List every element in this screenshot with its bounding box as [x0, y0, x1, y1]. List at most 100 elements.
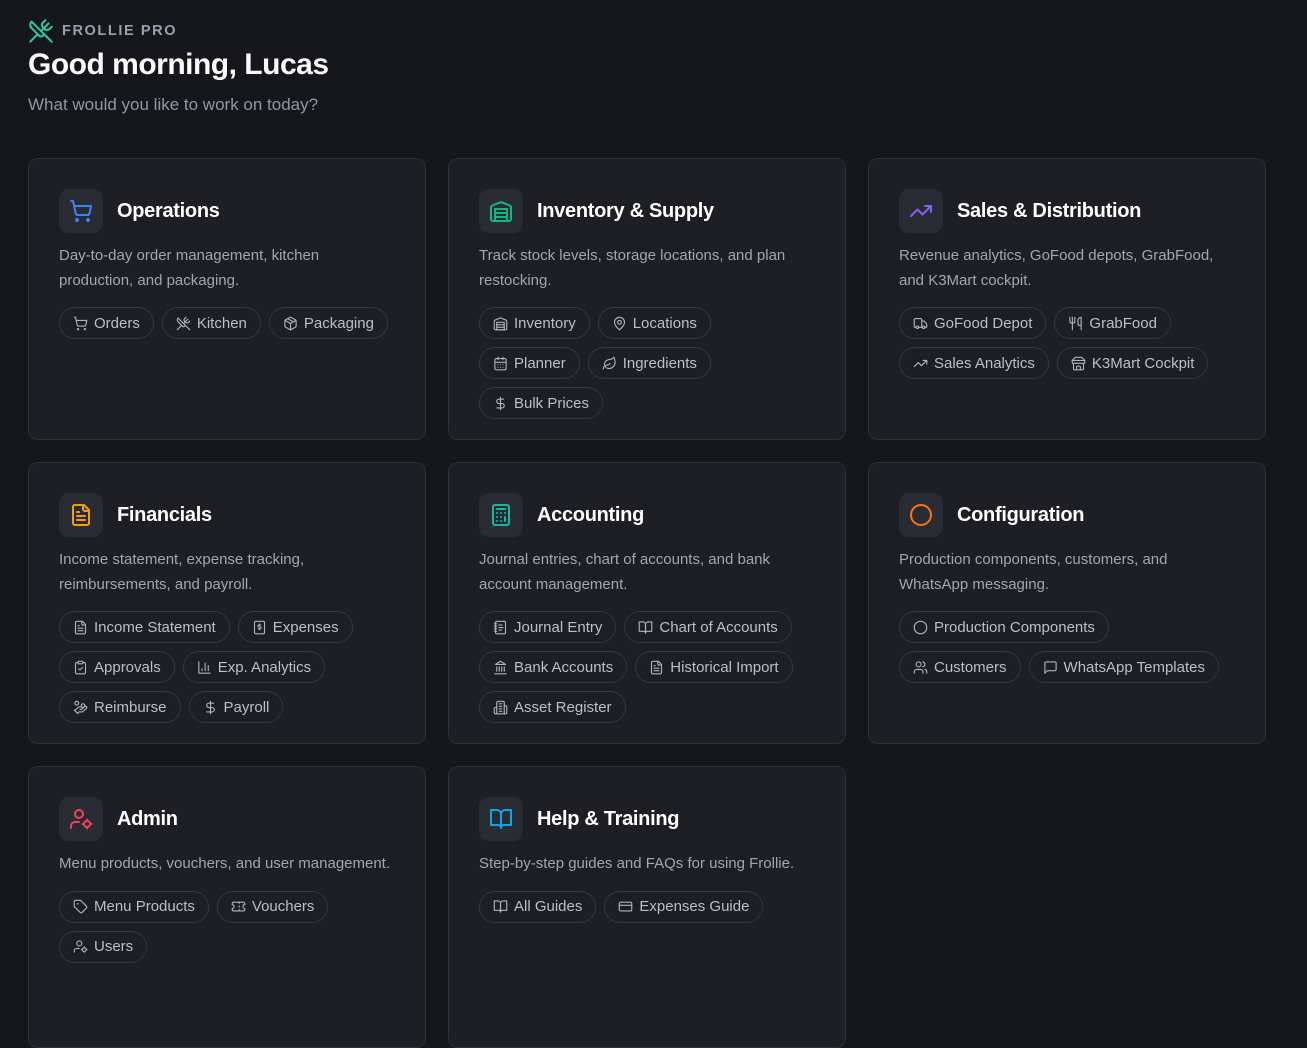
file-text-icon — [73, 620, 88, 635]
circle-icon — [899, 493, 943, 537]
dollar-icon — [493, 396, 508, 411]
book-open-icon — [479, 797, 523, 841]
warehouse-icon — [493, 316, 508, 331]
link-chip-bulk-prices[interactable]: Bulk Prices — [479, 387, 604, 419]
card-title: Configuration — [957, 503, 1085, 526]
link-chip-locations[interactable]: Locations — [597, 307, 711, 339]
link-chip-vouchers[interactable]: Vouchers — [216, 890, 329, 923]
utensils-icon — [1068, 316, 1083, 331]
card-links: All Guides Expenses Guide — [479, 890, 815, 923]
circle-icon — [913, 620, 928, 635]
link-chip-asset-register[interactable]: Asset Register — [479, 691, 626, 723]
book-open-icon — [638, 620, 653, 635]
chip-label: Asset Register — [514, 698, 612, 716]
card-title: Accounting — [537, 503, 644, 526]
card-admin[interactable]: Admin Menu products, vouchers, and user m… — [28, 766, 426, 1048]
card-links: Orders Kitchen Packaging — [59, 307, 395, 339]
link-chip-journal-entry[interactable]: Journal Entry — [479, 611, 617, 643]
ticket-icon — [231, 899, 246, 914]
card-description: Revenue analytics, GoFood depots, GrabFo… — [899, 247, 1214, 289]
link-chip-expenses[interactable]: Expenses — [237, 611, 353, 643]
link-chip-historical-import[interactable]: Historical Import — [635, 651, 793, 683]
home-page: FROLLIE PRO Good morning, Lucas What wou… — [0, 0, 1307, 1048]
card-help-and-training[interactable]: Help & Training Step-by-step guides and F… — [448, 766, 846, 1048]
card-header: Accounting — [479, 493, 815, 537]
dollar-icon — [203, 700, 218, 715]
link-chip-menu-products[interactable]: Menu Products — [59, 890, 209, 923]
chip-label: GoFood Depot — [934, 314, 1033, 332]
chip-label: Historical Import — [670, 658, 779, 676]
clipboard-check-icon — [73, 660, 88, 675]
calculator-icon — [479, 493, 523, 537]
user-cog-icon — [59, 797, 103, 841]
card-header: Inventory & Supply — [479, 189, 815, 233]
card-operations[interactable]: Operations Day-to-day order management, k… — [28, 158, 426, 440]
link-chip-inventory[interactable]: Inventory — [479, 307, 590, 339]
chip-label: Income Statement — [94, 618, 216, 636]
link-chip-gofood-depot[interactable]: GoFood Depot — [899, 307, 1047, 339]
card-inventory-and-supply[interactable]: Inventory & Supply Track stock levels, st… — [448, 158, 846, 440]
link-chip-income-statement[interactable]: Income Statement — [59, 611, 230, 643]
card-header: Financials — [59, 493, 395, 537]
link-chip-ingredients[interactable]: Ingredients — [587, 347, 711, 379]
card-links: Production Components Customers WhatsApp T… — [899, 611, 1235, 683]
card-description: Production components, customers, and Wh… — [899, 551, 1168, 593]
link-chip-grabfood[interactable]: GrabFood — [1054, 307, 1171, 339]
link-chip-kitchen[interactable]: Kitchen — [161, 307, 261, 339]
chip-label: Payroll — [223, 698, 270, 716]
link-chip-exp-analytics[interactable]: Exp. Analytics — [182, 651, 326, 683]
card-financials[interactable]: Financials Income statement, expense trac… — [28, 462, 426, 744]
card-title: Sales & Distribution — [957, 199, 1142, 222]
chip-label: Expenses — [272, 618, 339, 636]
card-sales-and-distribution[interactable]: Sales & Distribution Revenue analytics, G… — [868, 158, 1266, 440]
chip-label: Kitchen — [196, 314, 247, 332]
card-header: Help & Training — [479, 797, 815, 841]
cart-icon — [73, 316, 88, 331]
card-links: GoFood Depot GrabFood Sales Analytics K3Mar… — [899, 307, 1235, 379]
link-chip-bank-accounts[interactable]: Bank Accounts — [479, 651, 628, 683]
card-description: Day-to-day order management, kitchen pro… — [59, 247, 320, 289]
link-chip-orders[interactable]: Orders — [59, 307, 154, 339]
building-icon — [493, 700, 508, 715]
link-chip-expenses-guide[interactable]: Expenses Guide — [604, 890, 764, 923]
card-title: Help & Training — [537, 807, 680, 830]
link-chip-customers[interactable]: Customers — [899, 651, 1021, 683]
card-header: Configuration — [899, 493, 1235, 537]
link-chip-payroll[interactable]: Payroll — [188, 691, 284, 723]
link-chip-planner[interactable]: Planner — [479, 347, 580, 379]
card-description: Track stock levels, storage locations, a… — [479, 247, 786, 289]
subtitle: What would you like to work on today? — [28, 95, 319, 114]
leaf-icon — [602, 356, 617, 371]
card-description: Menu products, vouchers, and user manage… — [59, 855, 391, 872]
link-chip-chart-of-accounts[interactable]: Chart of Accounts — [624, 611, 792, 643]
brand: FROLLIE PRO — [28, 18, 177, 44]
card-header: Sales & Distribution — [899, 189, 1235, 233]
notebook-icon — [493, 620, 508, 635]
chip-label: Packaging — [303, 314, 374, 332]
file-text-icon — [649, 660, 664, 675]
trending-up-icon — [899, 189, 943, 233]
card-links: Journal Entry Chart of Accounts Bank Accou… — [479, 611, 815, 723]
link-chip-k3mart-cockpit[interactable]: K3Mart Cockpit — [1056, 347, 1209, 379]
chip-label: Reimburse — [94, 698, 167, 716]
link-chip-approvals[interactable]: Approvals — [59, 651, 175, 683]
map-pin-icon — [612, 316, 627, 331]
link-chip-all-guides[interactable]: All Guides — [479, 890, 597, 923]
card-description: Step-by-step guides and FAQs for using F… — [479, 855, 795, 872]
link-chip-reimburse[interactable]: Reimburse — [59, 691, 181, 723]
brand-name: FROLLIE PRO — [62, 23, 178, 39]
link-chip-production-components[interactable]: Production Components — [899, 611, 1109, 643]
users-icon — [913, 660, 928, 675]
chip-label: Locations — [632, 314, 697, 332]
chip-label: Inventory — [514, 314, 576, 332]
card-title: Financials — [117, 503, 212, 526]
chip-label: WhatsApp Templates — [1063, 658, 1205, 676]
trending-up-icon — [913, 356, 928, 371]
card-configuration[interactable]: Configuration Production components, cust… — [868, 462, 1266, 744]
link-chip-sales-analytics[interactable]: Sales Analytics — [899, 347, 1049, 379]
card-accounting[interactable]: Accounting Journal entries, chart of acco… — [448, 462, 846, 744]
link-chip-users[interactable]: Users — [59, 930, 148, 963]
link-chip-packaging[interactable]: Packaging — [268, 307, 388, 339]
link-chip-whatsapp-templates[interactable]: WhatsApp Templates — [1028, 651, 1219, 683]
credit-card-icon — [618, 899, 633, 914]
